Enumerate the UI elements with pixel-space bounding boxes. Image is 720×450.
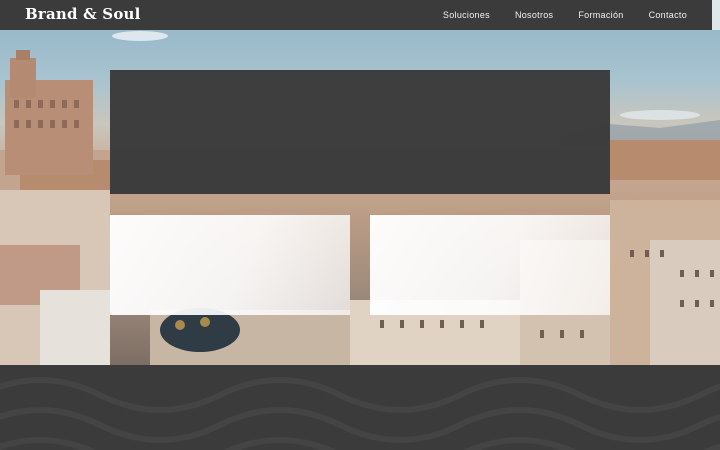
brand-logo[interactable]: Brand & Soul bbox=[25, 5, 141, 23]
decorative-pattern bbox=[0, 377, 720, 450]
nav-item-soluciones[interactable]: Soluciones bbox=[443, 10, 490, 20]
hero-dark-overlay-panel bbox=[110, 70, 610, 194]
nav-item-nosotros[interactable]: Nosotros bbox=[515, 10, 553, 20]
window-edge-strip bbox=[712, 0, 720, 30]
nav-menu: Soluciones Nosotros Formación Contacto bbox=[443, 0, 687, 30]
feature-card-left[interactable] bbox=[110, 215, 350, 315]
top-navigation-bar: Brand & Soul Soluciones Nosotros Formaci… bbox=[0, 0, 712, 30]
footer-dark-section bbox=[0, 365, 720, 450]
nav-item-formacion[interactable]: Formación bbox=[578, 10, 623, 20]
nav-item-contacto[interactable]: Contacto bbox=[649, 10, 687, 20]
feature-card-right[interactable] bbox=[370, 215, 610, 315]
